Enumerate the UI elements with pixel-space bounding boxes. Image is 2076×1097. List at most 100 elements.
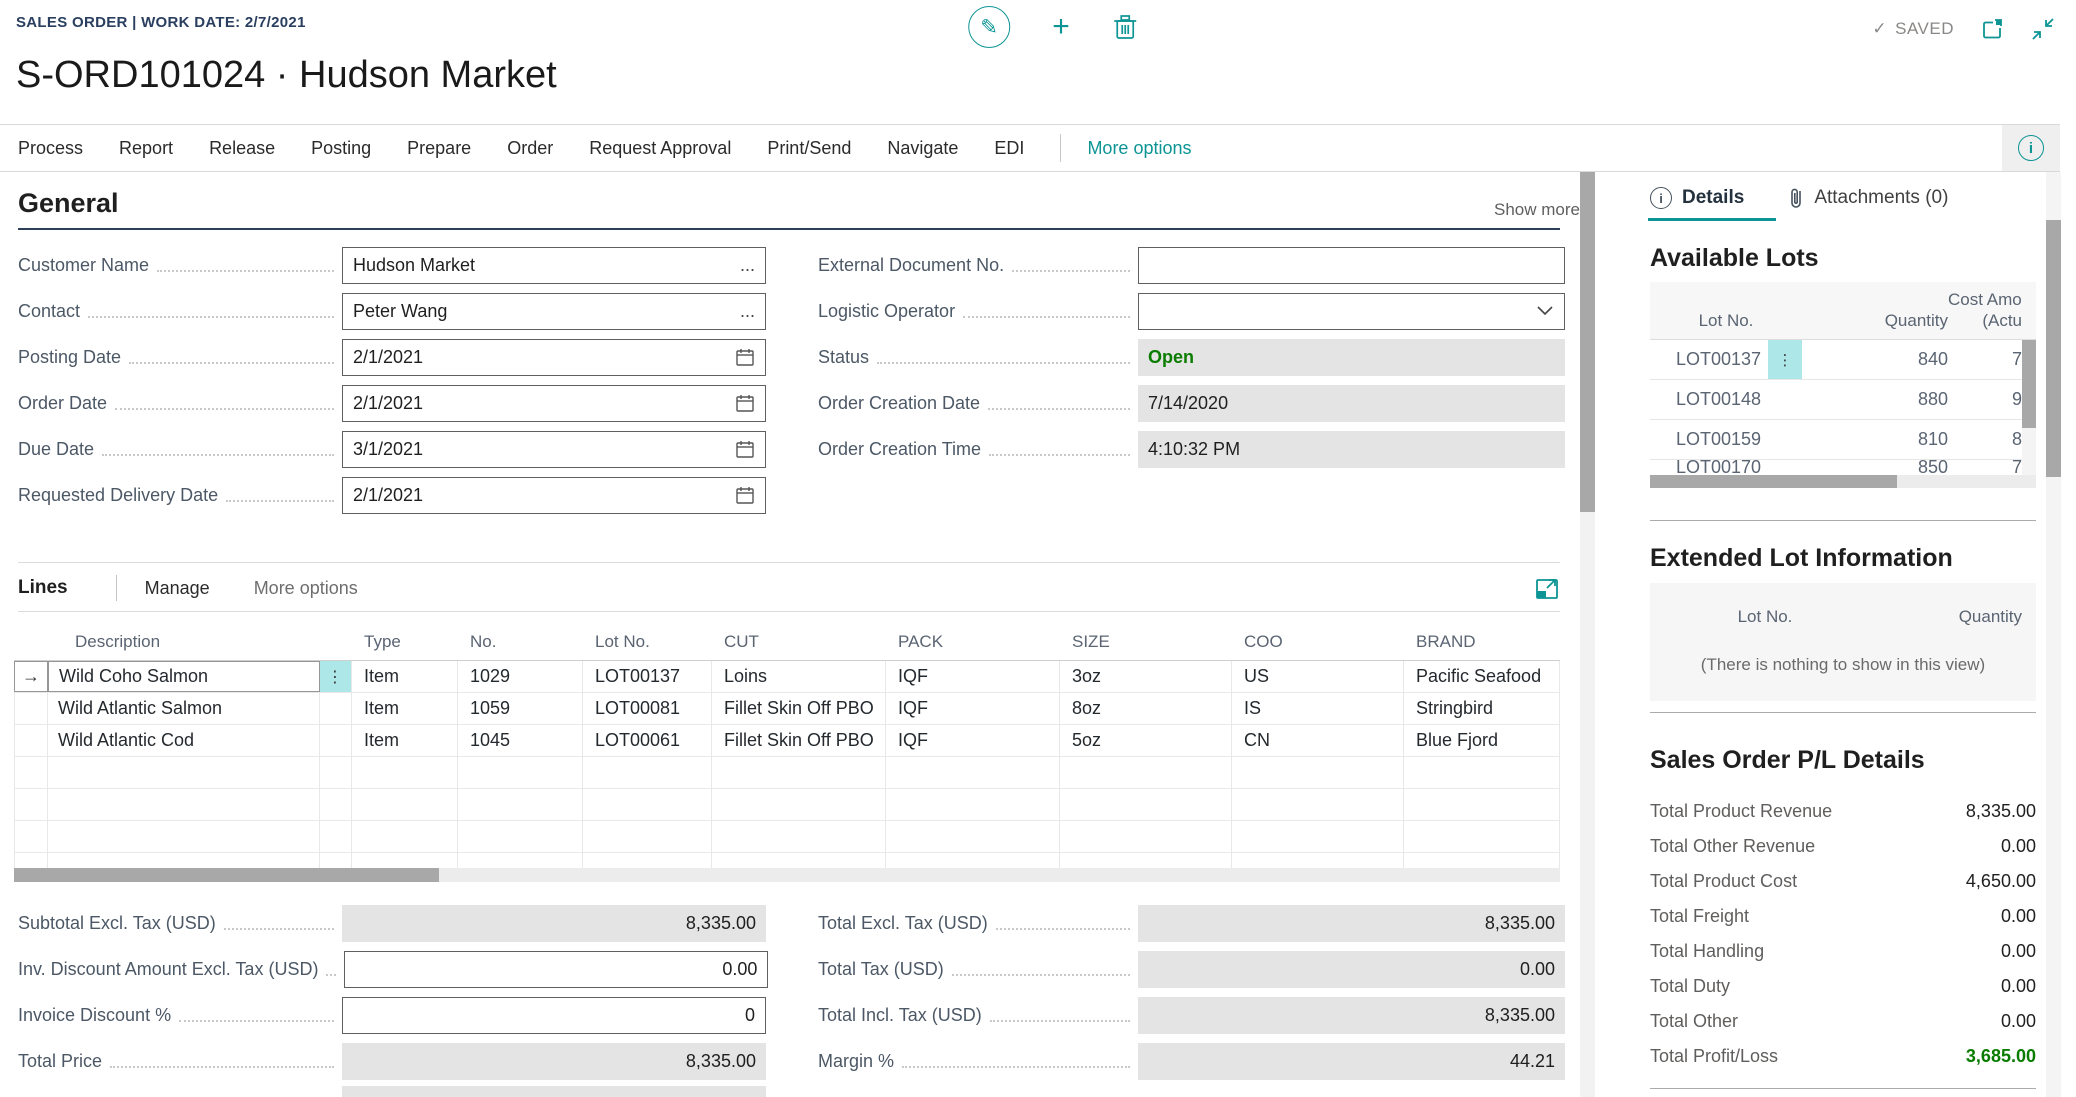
general-section-heading[interactable]: General [18, 188, 119, 219]
col-no[interactable]: No. [458, 632, 583, 660]
lot-cost-value[interactable]: 9 [1948, 380, 2022, 419]
invoice-discount-pct-input[interactable]: 0 [342, 997, 766, 1034]
cell-pack[interactable]: IQF [886, 693, 1060, 724]
lot-cost-value[interactable]: 8 [1948, 420, 2022, 459]
lots-col-lot-no[interactable]: Lot No. [1650, 311, 1802, 339]
requested-delivery-date-input[interactable]: 2/1/2021 [342, 477, 766, 514]
new-icon[interactable]: + [1052, 10, 1070, 44]
contact-input[interactable]: Peter Wang ... [342, 293, 766, 330]
extended-col-quantity[interactable]: Quantity [1880, 607, 2022, 627]
lot-no-value[interactable]: LOT00148 [1650, 380, 1768, 419]
calendar-icon[interactable] [735, 485, 755, 505]
col-type[interactable]: Type [352, 632, 458, 660]
lot-row-options-icon[interactable]: ⋮ [1768, 340, 1802, 379]
lot-row[interactable]: LOT00159 810 8 [1650, 420, 2036, 460]
calendar-icon[interactable] [735, 439, 755, 459]
cell-coo[interactable]: US [1232, 661, 1404, 692]
cell-type[interactable]: Item [352, 661, 458, 692]
col-pack[interactable]: PACK [886, 632, 1060, 660]
lines-more-options[interactable]: More options [254, 578, 358, 599]
ribbon-item-process[interactable]: Process [18, 138, 83, 159]
lines-manage-menu[interactable]: Manage [145, 578, 210, 599]
collapse-window-icon[interactable] [2030, 16, 2056, 42]
toggle-details-pane-button[interactable]: i [2002, 125, 2060, 171]
lot-no-value[interactable]: LOT00159 [1650, 420, 1768, 459]
lot-no-value[interactable]: LOT00137 [1650, 340, 1768, 379]
empty-table-row[interactable] [14, 789, 1560, 821]
col-brand[interactable]: BRAND [1404, 632, 1560, 660]
lots-horizontal-scrollbar[interactable] [1650, 475, 2036, 488]
cell-coo[interactable]: IS [1232, 693, 1404, 724]
extended-col-lot-no[interactable]: Lot No. [1650, 607, 1880, 627]
lots-col-cost-amount[interactable]: Cost Amou(Actu [1948, 289, 2022, 340]
lots-vertical-scrollbar[interactable] [2022, 340, 2036, 475]
lot-quantity-value[interactable]: 880 [1802, 380, 1948, 419]
lot-no-value[interactable]: LOT00170 [1650, 460, 1768, 475]
cell-cut[interactable]: Fillet Skin Off PBO [712, 693, 886, 724]
cell-type[interactable]: Item [352, 693, 458, 724]
scrollbar-thumb[interactable] [1580, 172, 1595, 512]
lookup-ellipsis-icon[interactable]: ... [740, 255, 755, 276]
tab-attachments[interactable]: Attachments (0) [1788, 186, 1948, 210]
chevron-down-icon[interactable] [1536, 305, 1554, 317]
table-row[interactable]: Wild Atlantic Salmon Item 1059 LOT00081 … [14, 693, 1560, 725]
main-vertical-scrollbar[interactable] [1580, 172, 1595, 1097]
ribbon-item-report[interactable]: Report [119, 138, 173, 159]
scrollbar-thumb[interactable] [2046, 220, 2061, 477]
cell-description[interactable]: Wild Atlantic Cod [48, 725, 320, 756]
cell-size[interactable]: 5oz [1060, 725, 1232, 756]
cell-no[interactable]: 1059 [458, 693, 583, 724]
cell-brand[interactable]: Stringbird [1404, 693, 1560, 724]
ribbon-item-posting[interactable]: Posting [311, 138, 371, 159]
scrollbar-thumb[interactable] [14, 868, 439, 882]
cell-type[interactable]: Item [352, 725, 458, 756]
ribbon-item-request-approval[interactable]: Request Approval [589, 138, 731, 159]
lot-row[interactable]: LOT00170 850 7 [1650, 460, 2036, 475]
cell-cut[interactable]: Loins [712, 661, 886, 692]
cell-description[interactable]: Wild Coho Salmon [48, 661, 320, 692]
open-in-new-window-icon[interactable] [1980, 17, 2004, 41]
lookup-ellipsis-icon[interactable]: ... [740, 301, 755, 322]
cell-lot-no[interactable]: LOT00061 [583, 725, 712, 756]
cell-pack[interactable]: IQF [886, 661, 1060, 692]
lots-col-quantity[interactable]: Quantity [1802, 311, 1948, 339]
tab-details[interactable]: i Details [1650, 187, 1744, 209]
col-coo[interactable]: COO [1232, 632, 1404, 660]
lot-quantity-value[interactable]: 850 [1802, 460, 1948, 475]
ribbon-item-edi[interactable]: EDI [994, 138, 1024, 159]
open-lines-in-new-window-icon[interactable] [1534, 575, 1560, 601]
ribbon-more-options[interactable]: More options [1087, 138, 1191, 159]
calendar-icon[interactable] [735, 393, 755, 413]
col-lot-no[interactable]: Lot No. [583, 632, 712, 660]
empty-table-row[interactable] [14, 757, 1560, 789]
lot-row[interactable]: LOT00137 ⋮ 840 7 [1650, 340, 2036, 380]
edit-icon[interactable]: ✎ [968, 6, 1010, 48]
col-size[interactable]: SIZE [1060, 632, 1232, 660]
col-description[interactable]: Description [48, 632, 320, 660]
ribbon-item-order[interactable]: Order [507, 138, 553, 159]
row-options-icon[interactable]: ⋮ [320, 661, 352, 692]
cell-brand[interactable]: Pacific Seafood [1404, 661, 1560, 692]
table-row[interactable]: Wild Atlantic Cod Item 1045 LOT00061 Fil… [14, 725, 1560, 757]
lot-cost-value[interactable]: 7 [1948, 340, 2022, 379]
customer-name-input[interactable]: Hudson Market ... [342, 247, 766, 284]
inv-discount-amount-input[interactable]: 0.00 [344, 951, 768, 988]
sidebar-vertical-scrollbar[interactable] [2046, 172, 2061, 1097]
ribbon-item-print-send[interactable]: Print/Send [767, 138, 851, 159]
cell-size[interactable]: 8oz [1060, 693, 1232, 724]
table-row[interactable]: → Wild Coho Salmon ⋮ Item 1029 LOT00137 … [14, 661, 1560, 693]
scrollbar-thumb[interactable] [1650, 475, 1897, 488]
lines-heading[interactable]: Lines [18, 577, 68, 599]
lot-cost-value[interactable]: 7 [1948, 460, 2022, 475]
ribbon-item-navigate[interactable]: Navigate [887, 138, 958, 159]
due-date-input[interactable]: 3/1/2021 [342, 431, 766, 468]
cell-description[interactable]: Wild Atlantic Salmon [48, 693, 320, 724]
empty-table-row[interactable] [14, 853, 1560, 868]
lot-quantity-value[interactable]: 840 [1802, 340, 1948, 379]
cell-cut[interactable]: Fillet Skin Off PBO [712, 725, 886, 756]
cell-no[interactable]: 1045 [458, 725, 583, 756]
cell-lot-no[interactable]: LOT00081 [583, 693, 712, 724]
lot-quantity-value[interactable]: 810 [1802, 420, 1948, 459]
cell-lot-no[interactable]: LOT00137 [583, 661, 712, 692]
lot-row[interactable]: LOT00148 880 9 [1650, 380, 2036, 420]
